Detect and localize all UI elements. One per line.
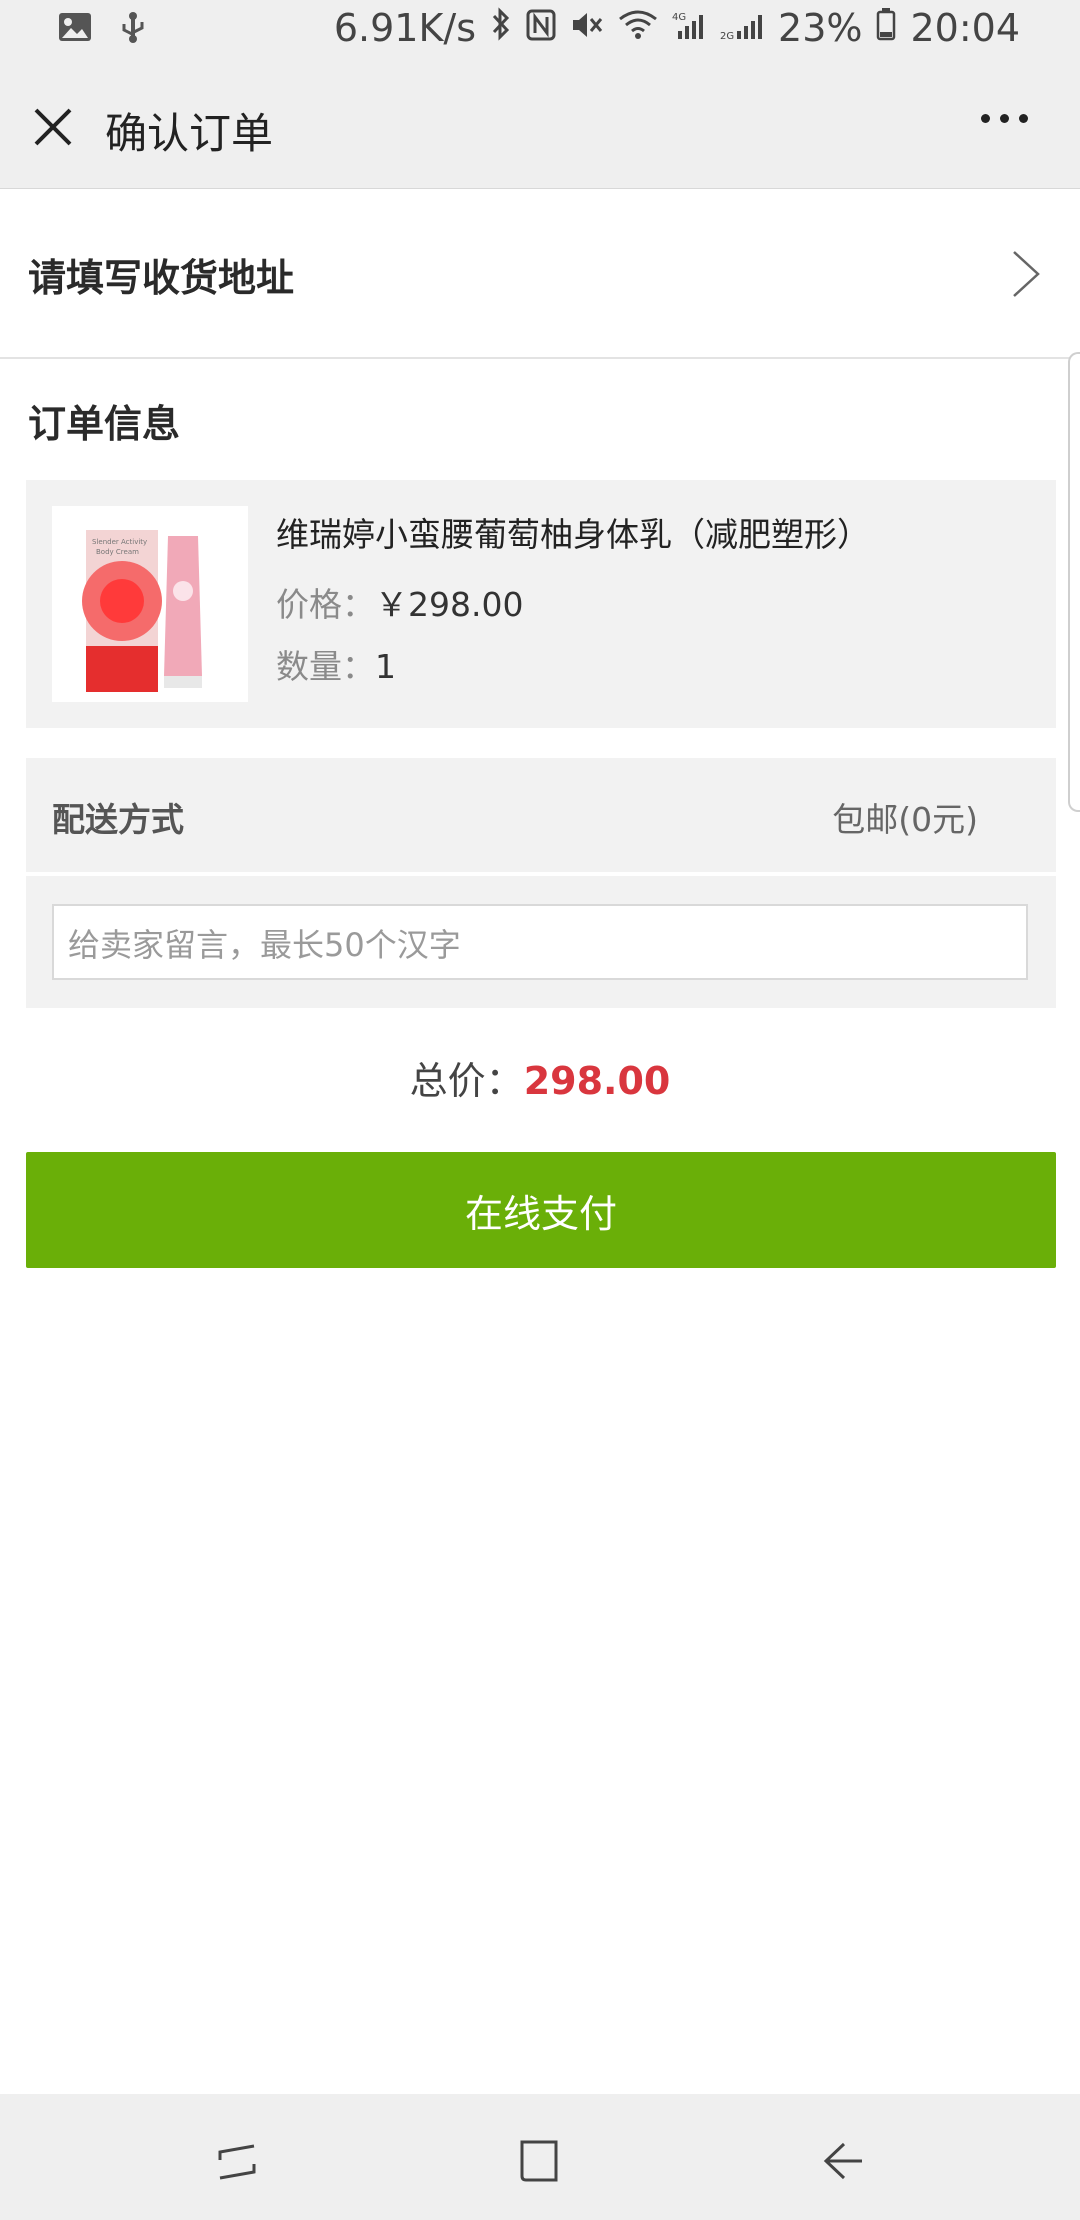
status-left-icons [58, 10, 146, 48]
clock: 20:04 [910, 6, 1020, 50]
product-image: Slender Activity Body Cream [52, 506, 248, 702]
network-speed: 6.91K/s [333, 6, 477, 50]
quantity-label: 数量： [276, 647, 375, 686]
price-label: 价格： [276, 585, 375, 624]
system-nav-bar [0, 2094, 1080, 2220]
home-icon[interactable] [516, 2138, 562, 2188]
page-title: 确认订单 [105, 109, 274, 158]
price-value: ￥298.00 [375, 585, 524, 624]
battery-percent: 23% [778, 6, 863, 50]
pay-online-button[interactable]: 在线支付 [26, 1152, 1056, 1268]
battery-icon [876, 6, 896, 50]
product-image-subtitle: Body Cream [96, 548, 139, 556]
address-row[interactable]: 请填写收货地址 [0, 189, 1080, 359]
address-prompt: 请填写收货地址 [28, 256, 295, 300]
note-section [26, 876, 1056, 1008]
recent-apps-icon[interactable] [214, 2138, 260, 2188]
product-image-brand: Slender Activity [92, 538, 147, 546]
product-card: Slender Activity Body Cream 维瑞婷小蛮腰葡萄柚身体乳… [26, 480, 1056, 728]
order-info-title: 订单信息 [28, 402, 181, 446]
usb-icon [120, 10, 146, 48]
bluetooth-icon [490, 6, 512, 50]
svg-text:2G: 2G [720, 31, 734, 41]
nfc-icon [526, 6, 556, 50]
total-price: 总价：298.00 [0, 1050, 1080, 1105]
delivery-label: 配送方式 [52, 800, 184, 839]
signal-4g-icon: 4G [672, 6, 706, 50]
product-name: 维瑞婷小蛮腰葡萄柚身体乳（减肥塑形） [276, 515, 870, 554]
title-bar: 确认订单 [0, 64, 1080, 189]
close-icon[interactable] [30, 104, 76, 150]
wifi-icon [618, 6, 658, 50]
total-label: 总价： [409, 1059, 524, 1103]
svg-text:4G: 4G [672, 12, 686, 23]
quantity-value: 1 [375, 647, 396, 686]
mute-icon [570, 6, 604, 50]
price-row: 价格：￥298.00 [276, 578, 523, 626]
more-icon[interactable] [981, 114, 1028, 123]
total-value: 298.00 [523, 1059, 671, 1103]
scroll-indicator [1068, 352, 1080, 812]
quantity-row: 数量：1 [276, 640, 396, 688]
chevron-right-icon [1010, 249, 1042, 299]
status-right: 6.91K/s 4G 2G 23% 20:04 [334, 6, 1020, 50]
seller-message-input[interactable] [52, 904, 1028, 980]
delivery-value: 包邮(0元) [832, 800, 978, 839]
image-icon [58, 12, 92, 46]
signal-2g-icon: 2G [720, 6, 764, 50]
status-bar: 6.91K/s 4G 2G 23% 20:04 [0, 0, 1080, 64]
delivery-row[interactable]: 配送方式 包邮(0元) [26, 758, 1056, 872]
back-icon[interactable] [820, 2138, 866, 2188]
